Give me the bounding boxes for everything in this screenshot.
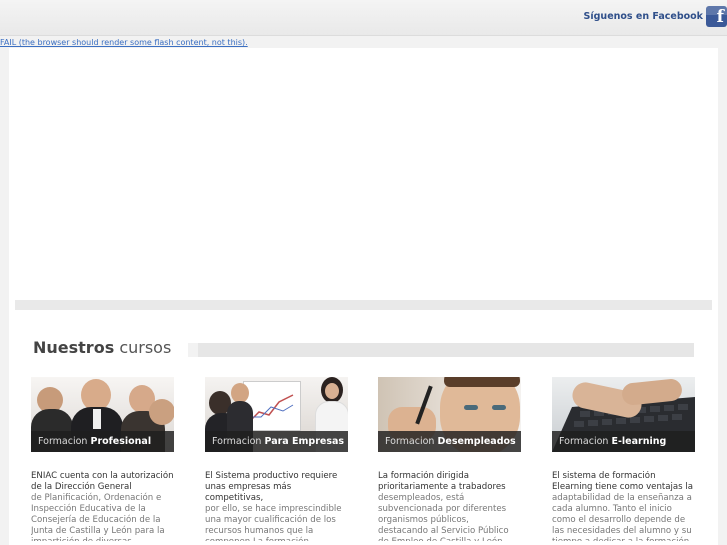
caption-bold: Para Empresas [264, 436, 345, 447]
facebook-link[interactable]: Síguenos en Facebook f [584, 6, 727, 27]
caption-bold: Profesional [90, 436, 152, 447]
course-caption-empresas[interactable]: Formacion Para Empresas [205, 431, 348, 452]
course-body: por ello, se hace imprescindible una may… [205, 504, 342, 541]
caption-prefix: Formacion [385, 436, 435, 447]
caption-prefix: Formacion [559, 436, 609, 447]
course-description-profesional: ENIAC cuenta con la autorización de la D… [31, 471, 174, 541]
course-lead: El Sistema productivo requiere unas empr… [205, 471, 338, 503]
section-title: Nuestros cursos [33, 338, 171, 357]
course-body: adaptabilidad de la enseñanza a cada alu… [552, 493, 692, 541]
course-description-elearning: El sistema de formación Elearning tiene … [552, 471, 695, 541]
course-caption-elearning[interactable]: Formacion E-learning [552, 431, 695, 452]
course-caption-desempleados[interactable]: Formacion Desempleados [378, 431, 521, 452]
course-card-elearning[interactable]: Formacion E-learning El sistema de forma… [552, 377, 695, 541]
section-title-rule [188, 343, 694, 357]
course-image-desempleados[interactable]: Formacion Desempleados [378, 377, 521, 452]
chart-whiteboard-icon [248, 394, 294, 423]
course-description-desempleados: La formación dirigida prioritariamente a… [378, 471, 521, 541]
caption-prefix: Formacion [38, 436, 88, 447]
course-lead: La formación dirigida prioritariamente a… [378, 471, 506, 492]
section-title-rest: cursos [119, 338, 172, 357]
course-image-profesional[interactable]: Formacion Profesional [31, 377, 174, 452]
course-body: de Planificación, Ordenación e Inspecció… [31, 493, 165, 541]
course-caption-profesional[interactable]: Formacion Profesional [31, 431, 174, 452]
facebook-label[interactable]: Síguenos en Facebook [584, 11, 703, 22]
top-bar: Síguenos en Facebook f [0, 0, 727, 36]
flash-fallback-link[interactable]: FAIL (the browser should render some fla… [0, 38, 248, 47]
course-description-empresas: El Sistema productivo requiere unas empr… [205, 471, 348, 541]
course-image-empresas[interactable]: Formacion Para Empresas [205, 377, 348, 452]
caption-bold: Desempleados [437, 436, 516, 447]
section-title-bold: Nuestros [33, 338, 115, 357]
course-image-elearning[interactable]: Formacion E-learning [552, 377, 695, 452]
course-body: desempleados, está subvencionada por dif… [378, 493, 509, 541]
course-lead: El sistema de formación Elearning tiene … [552, 471, 694, 492]
course-card-profesional[interactable]: Formacion Profesional ENIAC cuenta con l… [31, 377, 174, 541]
course-card-empresas[interactable]: Formacion Para Empresas El Sistema produ… [205, 377, 348, 541]
course-card-desempleados[interactable]: Formacion Desempleados La formación diri… [378, 377, 521, 541]
banner-divider [15, 300, 712, 310]
flash-banner-area [9, 48, 718, 310]
facebook-icon[interactable]: f [706, 6, 727, 27]
caption-bold: E-learning [611, 436, 667, 447]
caption-prefix: Formacion [212, 436, 262, 447]
course-lead: ENIAC cuenta con la autorización de la D… [31, 471, 174, 492]
